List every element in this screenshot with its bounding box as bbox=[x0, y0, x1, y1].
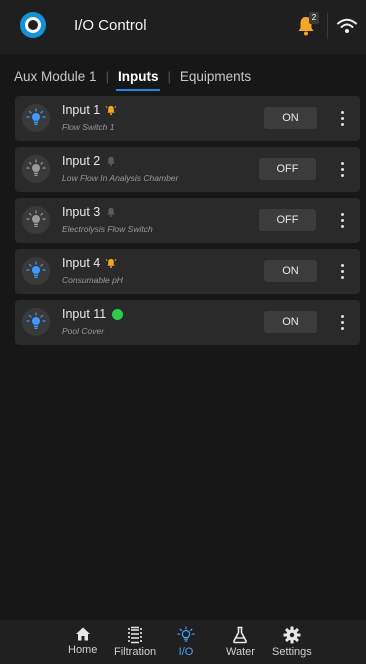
tab-bar: Aux Module 1 | Inputs | Equipments bbox=[0, 62, 366, 91]
input-name: Input 2 bbox=[62, 154, 117, 168]
tab-separator: | bbox=[105, 68, 109, 84]
state-toggle-button[interactable]: ON bbox=[264, 260, 317, 282]
input-card[interactable]: Input 4 Consumable pH ON bbox=[15, 249, 360, 294]
input-name-label: Input 11 bbox=[62, 307, 107, 321]
more-options-icon[interactable] bbox=[336, 260, 348, 282]
input-name: Input 4 bbox=[62, 256, 117, 270]
input-name-label: Input 3 bbox=[62, 205, 101, 219]
alarm-inactive-icon bbox=[105, 206, 117, 218]
home-icon bbox=[75, 627, 90, 641]
nav-home[interactable]: Home bbox=[68, 626, 97, 656]
state-toggle-button[interactable]: ON bbox=[264, 311, 317, 333]
status-dot-green bbox=[111, 308, 123, 320]
page-title: I/O Control bbox=[74, 17, 147, 34]
nav-water[interactable]: Water bbox=[226, 626, 255, 658]
input-list: Input 1 Flow Switch 1 ON Input 2 Low Flo… bbox=[15, 96, 360, 351]
light-bulb-on-icon bbox=[22, 308, 50, 336]
filtration-icon bbox=[128, 626, 142, 644]
nav-io-label: I/O bbox=[178, 646, 194, 658]
light-bulb-off-icon bbox=[22, 206, 50, 234]
input-description: Pool Cover bbox=[62, 326, 105, 336]
input-description: Electrolysis Flow Switch bbox=[62, 224, 153, 234]
input-name-label: Input 4 bbox=[62, 256, 101, 270]
input-description: Low Flow In Analysis Chamber bbox=[62, 173, 179, 183]
app-header: I/O Control 2 bbox=[0, 0, 366, 54]
tab-aux-module-1[interactable]: Aux Module 1 bbox=[14, 69, 97, 84]
input-name: Input 3 bbox=[62, 205, 117, 219]
gear-icon bbox=[283, 626, 301, 644]
light-bulb-on-icon bbox=[22, 257, 50, 285]
bottom-nav: Home Filtration I/O Water Settings bbox=[0, 620, 366, 664]
more-options-icon[interactable] bbox=[336, 158, 348, 180]
tab-separator: | bbox=[167, 68, 171, 84]
state-toggle-button[interactable]: ON bbox=[264, 107, 317, 129]
wifi-icon bbox=[337, 18, 357, 33]
nav-water-label: Water bbox=[226, 646, 255, 658]
nav-filtration-label: Filtration bbox=[114, 646, 157, 658]
alarm-inactive-icon bbox=[105, 155, 117, 167]
nav-home-label: Home bbox=[68, 644, 98, 656]
input-name: Input 11 bbox=[62, 307, 123, 321]
input-name-label: Input 2 bbox=[62, 154, 101, 168]
input-card[interactable]: Input 11 Pool Cover ON bbox=[15, 300, 360, 345]
input-card[interactable]: Input 2 Low Flow In Analysis Chamber OFF bbox=[15, 147, 360, 192]
notifications-button[interactable]: 2 bbox=[296, 12, 319, 37]
input-name: Input 1 bbox=[62, 103, 117, 117]
nav-io[interactable]: I/O bbox=[177, 626, 195, 658]
input-description: Flow Switch 1 bbox=[62, 122, 115, 132]
nav-settings-label: Settings bbox=[272, 646, 312, 658]
tab-inputs[interactable]: Inputs bbox=[115, 69, 160, 91]
more-options-icon[interactable] bbox=[336, 311, 348, 333]
alarm-icon bbox=[105, 257, 117, 269]
more-options-icon[interactable] bbox=[336, 107, 348, 129]
alarm-icon bbox=[105, 104, 117, 116]
nav-filtration[interactable]: Filtration bbox=[114, 626, 156, 658]
input-name-label: Input 1 bbox=[62, 103, 101, 117]
flask-icon bbox=[233, 626, 248, 644]
header-divider bbox=[327, 13, 328, 39]
light-bulb-off-icon bbox=[22, 155, 50, 183]
input-card[interactable]: Input 3 Electrolysis Flow Switch OFF bbox=[15, 198, 360, 243]
input-description: Consumable pH bbox=[62, 275, 123, 285]
notification-badge: 2 bbox=[309, 12, 319, 24]
nav-settings[interactable]: Settings bbox=[272, 626, 312, 658]
tab-equipments[interactable]: Equipments bbox=[180, 69, 251, 84]
input-card[interactable]: Input 1 Flow Switch 1 ON bbox=[15, 96, 360, 141]
state-toggle-button[interactable]: OFF bbox=[259, 158, 316, 180]
wifi-status[interactable] bbox=[337, 18, 357, 36]
state-toggle-button[interactable]: OFF bbox=[259, 209, 316, 231]
bulb-icon bbox=[177, 626, 195, 642]
light-bulb-on-icon bbox=[22, 104, 50, 132]
app-logo[interactable] bbox=[20, 12, 46, 38]
more-options-icon[interactable] bbox=[336, 209, 348, 231]
